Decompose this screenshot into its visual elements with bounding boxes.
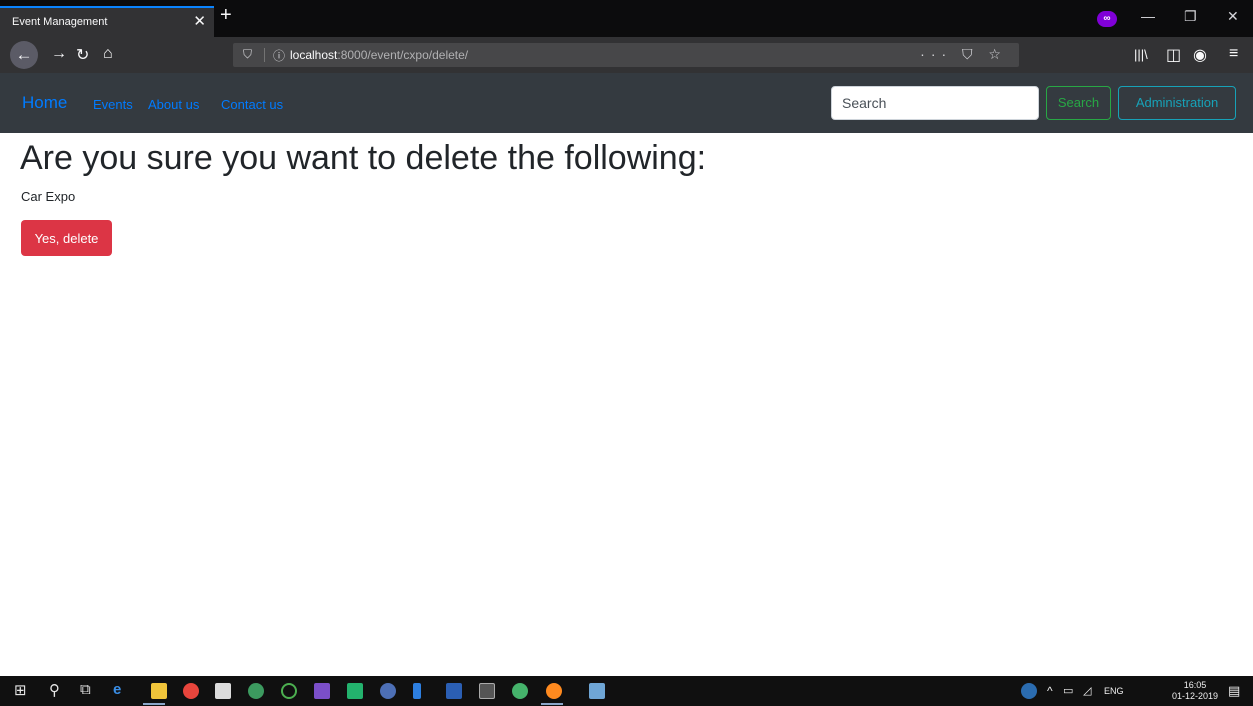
restore-icon[interactable]: ❐ <box>1184 8 1197 25</box>
nav-link-contact[interactable]: Contact us <box>221 97 283 112</box>
confirm-delete-button[interactable]: Yes, delete <box>21 220 112 256</box>
url-text: localhost:8000/event/cxpo/delete/ <box>290 48 469 62</box>
account-icon[interactable]: ◉ <box>1193 45 1207 65</box>
notifications-icon[interactable]: ▤ <box>1228 683 1240 699</box>
close-window-icon[interactable]: ✕ <box>1227 8 1239 25</box>
sidebar-icon[interactable]: ◫ <box>1166 45 1181 65</box>
notepad-icon[interactable] <box>589 683 605 699</box>
nav-link-events[interactable]: Events <box>93 97 133 112</box>
clock[interactable]: 16:05 01-12-2019 <box>1172 680 1218 702</box>
wifi-icon[interactable]: ◿ <box>1083 684 1091 697</box>
app-icon-bar[interactable] <box>413 683 421 699</box>
home-icon[interactable]: ⌂ <box>103 45 113 63</box>
mail-icon[interactable] <box>215 683 231 699</box>
reload-icon[interactable]: ↻ <box>76 45 89 65</box>
search-icon[interactable]: ⚲ <box>49 681 60 699</box>
tab-title: Event Management <box>12 16 108 28</box>
clock-date: 01-12-2019 <box>1172 691 1219 701</box>
minimize-icon[interactable]: — <box>1141 8 1155 24</box>
browser-tab-active[interactable]: Event Management ✕ <box>0 6 214 37</box>
administration-button[interactable]: Administration <box>1118 86 1236 120</box>
tray-expand-icon[interactable]: ^ <box>1047 684 1053 698</box>
word-icon[interactable] <box>446 683 462 699</box>
battery-icon[interactable]: ▭ <box>1063 684 1073 697</box>
back-arrow-icon[interactable]: ← <box>10 41 38 69</box>
clock-time: 16:05 <box>1183 680 1207 690</box>
search-button[interactable]: Search <box>1046 86 1111 120</box>
private-browsing-icon: ∞ <box>1097 11 1117 27</box>
page-title: Are you sure you want to delete the foll… <box>20 139 707 177</box>
url-bar[interactable]: ⛉ ⓘ localhost:8000/event/cxpo/delete/ ··… <box>233 43 1019 67</box>
terminal-icon[interactable] <box>479 683 495 699</box>
chrome-icon[interactable] <box>183 683 199 699</box>
nav-link-about[interactable]: About us <box>148 97 199 112</box>
onenote-icon[interactable] <box>314 683 330 699</box>
site-navbar: Home Events About us Contact us Search A… <box>0 73 1253 133</box>
taskbar-active-indicator <box>143 703 165 705</box>
new-tab-icon[interactable]: + <box>220 4 232 27</box>
forward-arrow-icon[interactable]: → <box>51 45 67 63</box>
search-input[interactable] <box>831 86 1039 120</box>
edge-icon[interactable]: e <box>113 681 121 698</box>
pycharm-icon[interactable] <box>347 683 363 699</box>
taskbar-active-indicator <box>541 703 563 705</box>
library-icon[interactable]: |||\ <box>1134 47 1148 62</box>
app-icon-green[interactable] <box>248 683 264 699</box>
help-icon[interactable] <box>1021 683 1037 699</box>
url-separator <box>264 48 265 62</box>
item-to-delete: Car Expo <box>21 189 76 204</box>
tracking-shield-icon[interactable]: ⛉ <box>243 47 252 62</box>
tab-close-icon[interactable]: ✕ <box>193 12 206 30</box>
file-explorer-icon[interactable] <box>151 683 167 699</box>
windows-start-icon[interactable]: ⊞ <box>14 681 27 699</box>
firefox-icon[interactable] <box>546 683 562 699</box>
app-icon-blue[interactable] <box>380 683 396 699</box>
nav-brand-home[interactable]: Home <box>22 93 67 113</box>
app-icon-globe[interactable] <box>512 683 528 699</box>
os-taskbar: ⊞ ⚲ ⧉ e ^ ▭ ◿ ENG 16:05 01-12-2019 ▤ <box>0 676 1253 706</box>
language-indicator[interactable]: ENG <box>1104 686 1124 696</box>
site-info-icon[interactable]: ⓘ <box>273 47 285 64</box>
task-view-icon[interactable]: ⧉ <box>80 681 91 698</box>
app-icon-ring[interactable] <box>281 683 297 699</box>
menu-icon[interactable]: ≡ <box>1229 45 1238 63</box>
browser-tabstrip: Event Management ✕ + ∞ — ❐ ✕ <box>0 0 1253 37</box>
browser-toolbar: ← → ↻ ⌂ ⛉ ⓘ localhost:8000/event/cxpo/de… <box>0 37 1253 73</box>
page-actions-icons[interactable]: ··· ⛉ ☆ <box>920 46 1007 63</box>
